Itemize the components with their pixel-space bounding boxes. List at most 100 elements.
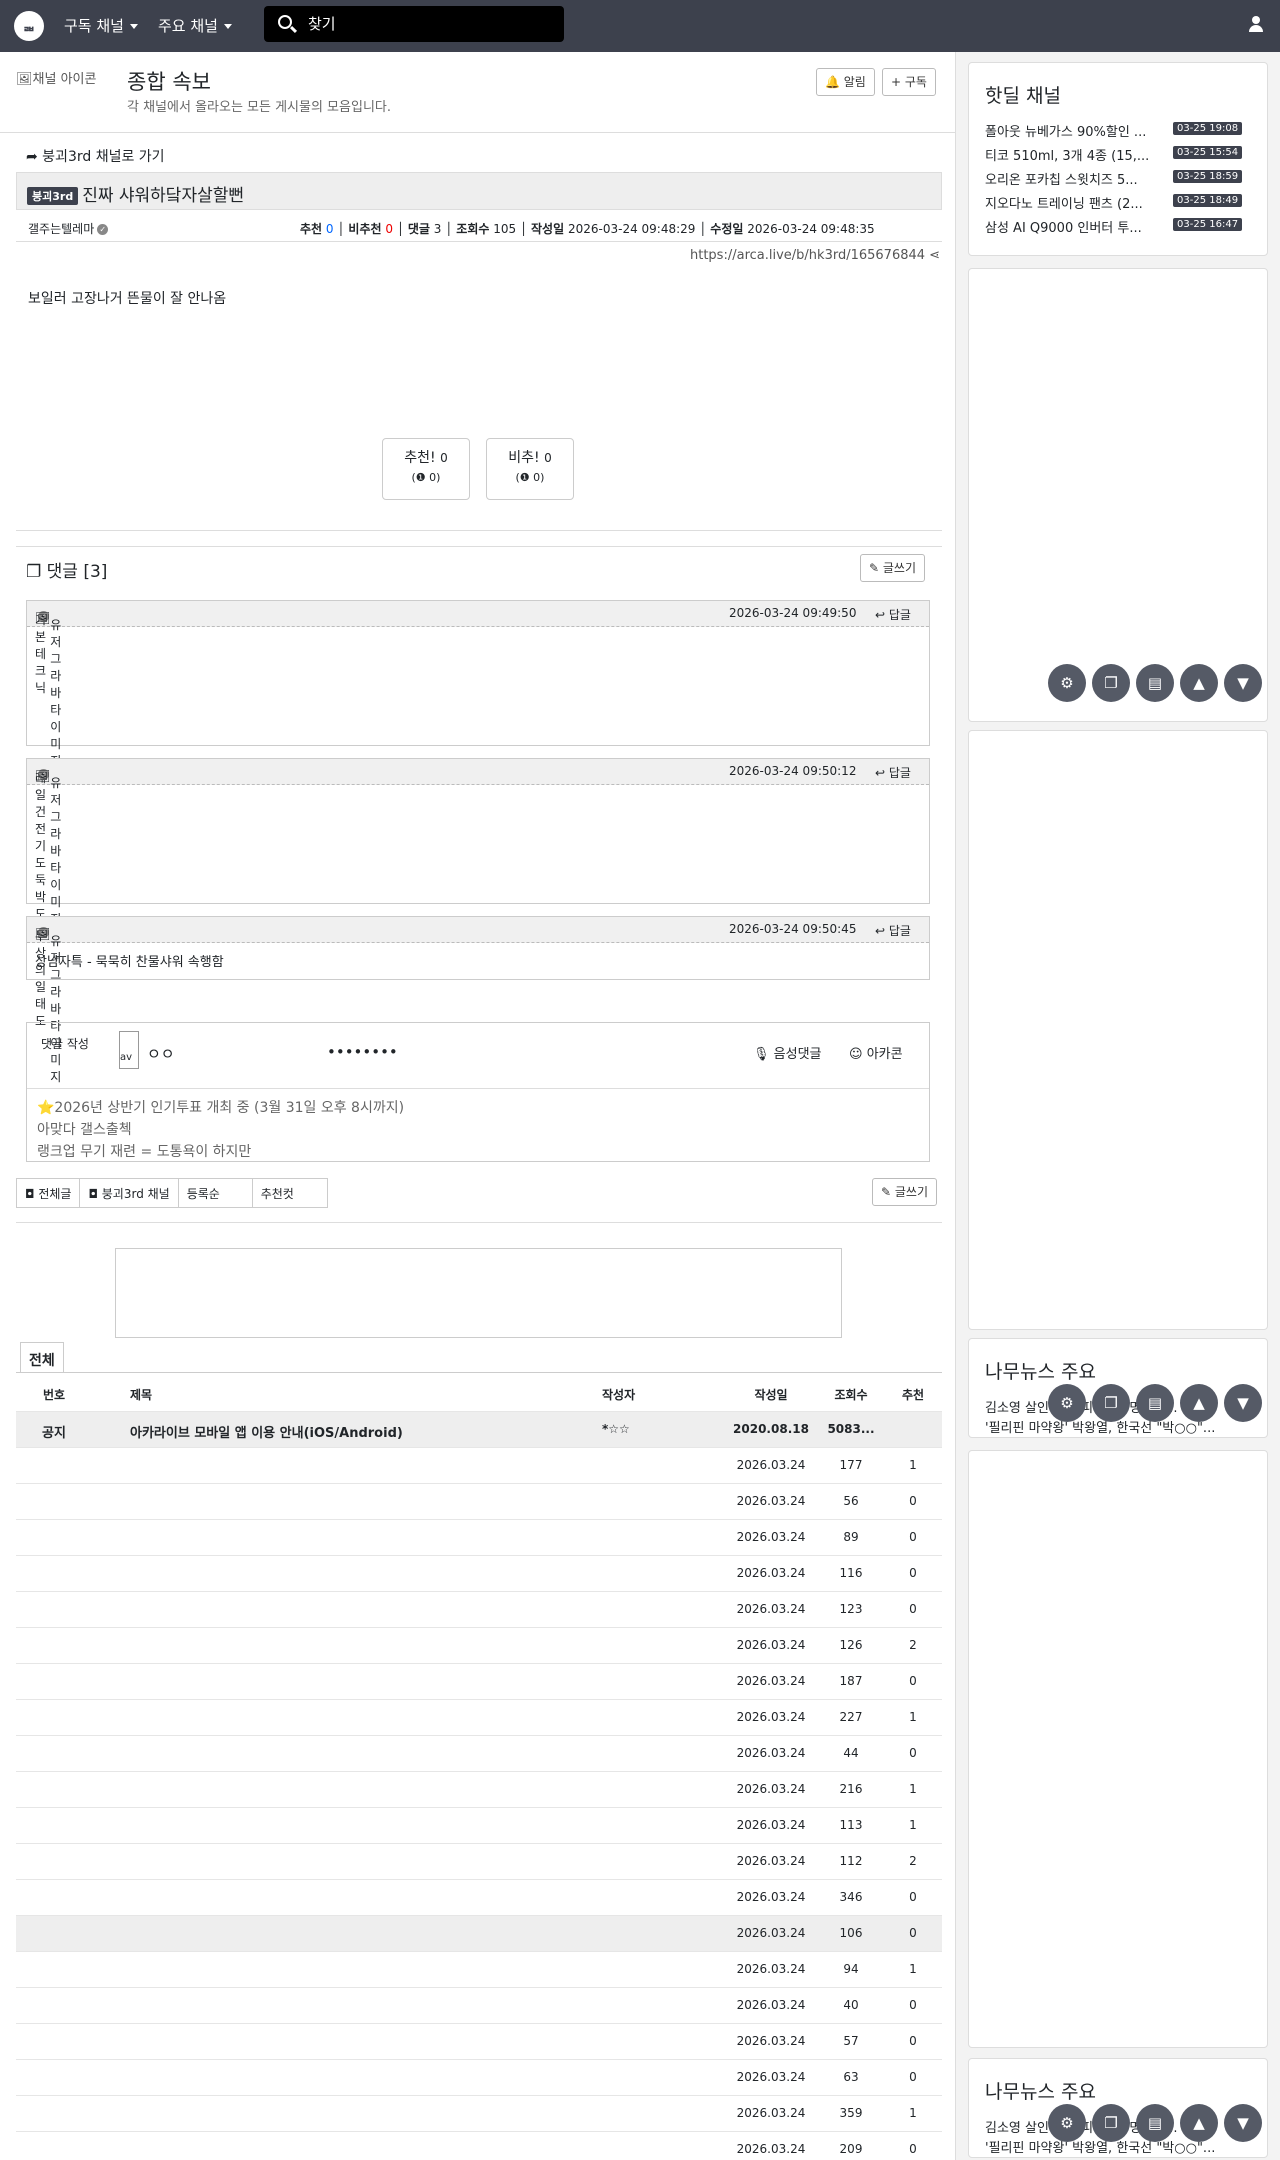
table-row[interactable]: 젠레스 존 제로유출잡담노르마 보니까 그거같음 [2] 마달✓ 2026.03…	[16, 1664, 942, 1700]
table-row[interactable]: 블루 아카이브🗒 내가 올린 조력자도 누군가에겐 도움이 됐다니 미니미니모✓…	[16, 1736, 942, 1772]
divider	[0, 132, 955, 133]
search-input[interactable]	[308, 11, 548, 37]
notice-row[interactable]: 공지 아카라이브 모바일 앱 이용 안내(iOS/Android) *☆☆ 20…	[16, 1412, 942, 1448]
list-icon[interactable]: ▤	[1136, 2104, 1174, 2142]
table-row[interactable]: 명조짤🗒 엄마랑 옷 바꿔입기 [1] 아겜러✓ 2026.03.24 216 …	[16, 1772, 942, 1808]
all-posts-button[interactable]: ◘ 전체글	[17, 1179, 81, 1207]
ad-panel[interactable]	[968, 1450, 1268, 2048]
table-row[interactable]: 자동차잡담오늘이 3월 모의고사 날이라니 [2] 고랑이✓ 2026.03.2…	[16, 1484, 942, 1520]
table-row[interactable]: 코드 아크질문안녕하세요 리세계 구입해서 진행중입니다 과금질... [8] …	[16, 1592, 942, 1628]
microphone-icon: 🎙	[753, 1047, 770, 1062]
table-row[interactable]: 메이플스토리🗒 T1라노사우르스.jpg [5] ㅇㅇ✓ 2026.03.24 …	[16, 1556, 942, 1592]
post-rec: 0	[909, 2034, 917, 2048]
post-rec: 0	[909, 1746, 917, 1760]
post-date: 2026.03.24	[736, 1782, 806, 1796]
scroll-up-icon[interactable]: ▲	[1180, 2104, 1218, 2142]
ad-panel[interactable]	[968, 730, 1268, 1330]
reply-button[interactable]: ↩ 답글	[875, 922, 911, 939]
table-row[interactable]: 명조🗒 콜라보가 1년내내 1티어를 처먹는 겜이 어딨어ㅋㅋㅋ [9] 준스✓…	[16, 1700, 942, 1736]
copy-icon[interactable]: ❐	[1092, 664, 1130, 702]
scroll-down-icon[interactable]: ▼	[1224, 2104, 1262, 2142]
channel-posts-button[interactable]: ◘ 붕괴3rd 채널	[80, 1179, 179, 1207]
table-row[interactable]: 붕괴3rd■◂ 진짜 샤워하닼자살할뻔 [3] 갤주는텔레마✓ 2026.03.…	[16, 1916, 942, 1952]
table-row[interactable]: 젠레스 존 제로이잘키 약자가 뭐냐면 [4] 아하하나니코레✓ 2026.03…	[16, 1952, 942, 1988]
best-cut-select[interactable]: 추천컷	[253, 1179, 327, 1207]
avatar[interactable]: av	[119, 1031, 139, 1069]
comments-heading: ❐ 댓글 [3]	[26, 557, 107, 582]
modified-date: 2026-03-24 09:48:35	[747, 222, 875, 236]
table-row[interactable]: 메이플스토리🗒 아니 이거 왜캐 초라해보이냐 [7] Molkang✓ 202…	[16, 1808, 942, 1844]
table-row[interactable]: 젠레스 존 제로오픈 몇시야 [6] 윤애사를✓ 2026.03.24 209 …	[16, 2132, 942, 2160]
hotdeal-item[interactable]: 삼성 AI Q9000 인버터 투... 03-25 16:47	[985, 217, 1255, 237]
post-date: 2026.03.24	[736, 2034, 806, 2048]
article-url[interactable]: https://arca.live/b/hk3rd/165676844 ⋖	[690, 248, 940, 263]
user-icon[interactable]	[1248, 16, 1264, 34]
article-category-badge[interactable]: 붕괴3rd	[27, 187, 79, 205]
share-icon[interactable]: ⋖	[929, 248, 940, 263]
ad-banner[interactable]	[115, 1248, 842, 1338]
arca-logo[interactable]: ᆲ	[14, 11, 44, 41]
news-item[interactable]: '필리핀 마약왕' 박왕열, 한국선 "박○○"...	[985, 2137, 1215, 2156]
copy-icon[interactable]: ❐	[1092, 2104, 1130, 2142]
nickname-field[interactable]: ㅇㅇ	[147, 1043, 175, 1064]
upvote-button[interactable]: 추천! 0 (❶ 0)	[382, 438, 470, 500]
hotdeal-item[interactable]: 티코 510ml, 3개 4종 (15,... 03-25 15:54	[985, 145, 1255, 165]
copy-icon[interactable]: ❐	[1092, 1384, 1130, 1422]
comment-textarea[interactable]: ⭐2026년 상반기 인기투표 개최 중 (3월 31일 오후 8시까지) 아맞…	[37, 1097, 404, 1161]
post-date: 2026.03.24	[736, 1494, 806, 1508]
sort-select[interactable]: 등록순	[179, 1179, 253, 1207]
hotdeal-item[interactable]: 오리온 포카칩 스윗치즈 5... 03-25 18:59	[985, 169, 1255, 189]
major-channels-menu[interactable]: 주요 채널	[158, 15, 232, 36]
tab-all[interactable]: 전체	[20, 1342, 64, 1372]
post-rec: 0	[909, 1998, 917, 2012]
post-date: 2026.03.24	[736, 1566, 806, 1580]
reply-button[interactable]: ↩ 답글	[875, 764, 911, 781]
scroll-down-icon[interactable]: ▼	[1224, 1384, 1262, 1422]
post-rec: 0	[909, 1926, 917, 1940]
scroll-down-icon[interactable]: ▼	[1224, 664, 1262, 702]
settings-icon[interactable]: ⚙	[1048, 2104, 1086, 2142]
table-row[interactable]: 커미션🗒 셋째는 첫 오리지널이라 취향꾹꾹눌러담고있는데 [25] 아렐✓ 2…	[16, 1844, 942, 1880]
subscribe-button[interactable]: + 구독	[882, 68, 936, 96]
subscribed-channels-menu[interactable]: 구독 채널	[64, 15, 138, 36]
ad-panel[interactable]	[968, 268, 1268, 722]
settings-icon[interactable]: ⚙	[1048, 664, 1086, 702]
downvote-sub: (❶ 0)	[515, 471, 545, 484]
article-author[interactable]: 갤주는텔레마 ✓	[28, 220, 109, 237]
comment-write-button[interactable]: ✎ 글쓰기	[860, 554, 925, 582]
news-item[interactable]: '필리핀 마약왕' 박왕열, 한국선 "박○○"...	[985, 1417, 1215, 1436]
table-row[interactable]: 코드 아크🗒 내가 변파시를 못버리는 이유 [10] 가야✓ 2026.03.…	[16, 2096, 942, 2132]
scroll-up-icon[interactable]: ▲	[1180, 664, 1218, 702]
notice-views: 5083...	[827, 1422, 875, 1436]
list-icon[interactable]: ▤	[1136, 664, 1174, 702]
table-row[interactable]: 명일방주면접1황 [2] 자목맨에아✓ 2026.03.24 89 0	[16, 1520, 942, 1556]
table-row[interactable]: 젠레스 존 제로☑ 나만 그냥 공식으로 지름? [21] 내아내임✓ 2026…	[16, 1880, 942, 1916]
hotdeal-item[interactable]: 지오다노 트레이닝 팬츠 (2... 03-25 18:49	[985, 193, 1255, 213]
notice-title[interactable]: 아카라이브 모바일 앱 이용 안내(iOS/Android)	[130, 1422, 600, 1441]
avatar-alt: 유저 그라바타 이미지	[50, 618, 62, 768]
back-to-channel-link[interactable]: ➦ 붕괴3rd 채널로 가기	[26, 146, 165, 166]
password-field[interactable]: ••••••••	[327, 1043, 398, 1061]
table-row[interactable]: 주식💬제가 잘못했어요 한번만 살려주세요 제가 잘못했어요 [5] REISS…	[16, 1448, 942, 1484]
post-rec: 1	[909, 1782, 917, 1796]
main-content: 🖼채널 아이콘 종합 속보 각 채널에서 올라오는 모든 게시물의 모음입니다.…	[0, 52, 956, 2160]
post-views: 56	[843, 1494, 859, 1508]
channel-posts-label: 붕괴3rd 채널	[101, 1187, 170, 1201]
board-write-button[interactable]: ✎ 글쓰기	[872, 1178, 937, 1206]
table-row[interactable]: 주식💬팻핑거 나서 시세보다 조금 싸게 던졌는데 [6] 말랑말랑두부✓ 20…	[16, 1628, 942, 1664]
voice-comment-button[interactable]: 🎙 음성댓글	[753, 1043, 822, 1062]
post-date: 2026.03.24	[736, 1710, 806, 1724]
scroll-up-icon[interactable]: ▲	[1180, 1384, 1218, 1422]
table-row[interactable]: 명일방주 엔드필드각 오퍼레이터들 [2] 튀상✓ 2026.03.24 57 …	[16, 2024, 942, 2060]
table-row[interactable]: 이스케이프 프롬 타르코프잡담Ai가 쉽다니 [1] 강간해주마_...✓ 20…	[16, 2060, 942, 2096]
table-row[interactable]: 트릭컬 RE:VIVE하?루?기?다?리???? [1] 미카모네루✓ 2026…	[16, 1988, 942, 2024]
reply-button[interactable]: ↩ 답글	[875, 606, 911, 623]
list-icon[interactable]: ▤	[1136, 1384, 1174, 1422]
search-icon[interactable]	[278, 15, 292, 29]
hotdeal-item[interactable]: 폴아웃 뉴베가스 90%할인 ... 03-25 19:08	[985, 121, 1255, 141]
alarm-button[interactable]: 🔔 알림	[816, 68, 875, 96]
arcacon-button[interactable]: ☺ 아카콘	[849, 1043, 903, 1062]
settings-icon[interactable]: ⚙	[1048, 1384, 1086, 1422]
downvote-button[interactable]: 비추! 0 (❶ 0)	[486, 438, 574, 500]
comment-form-label: 댓글 작성	[41, 1037, 89, 1051]
